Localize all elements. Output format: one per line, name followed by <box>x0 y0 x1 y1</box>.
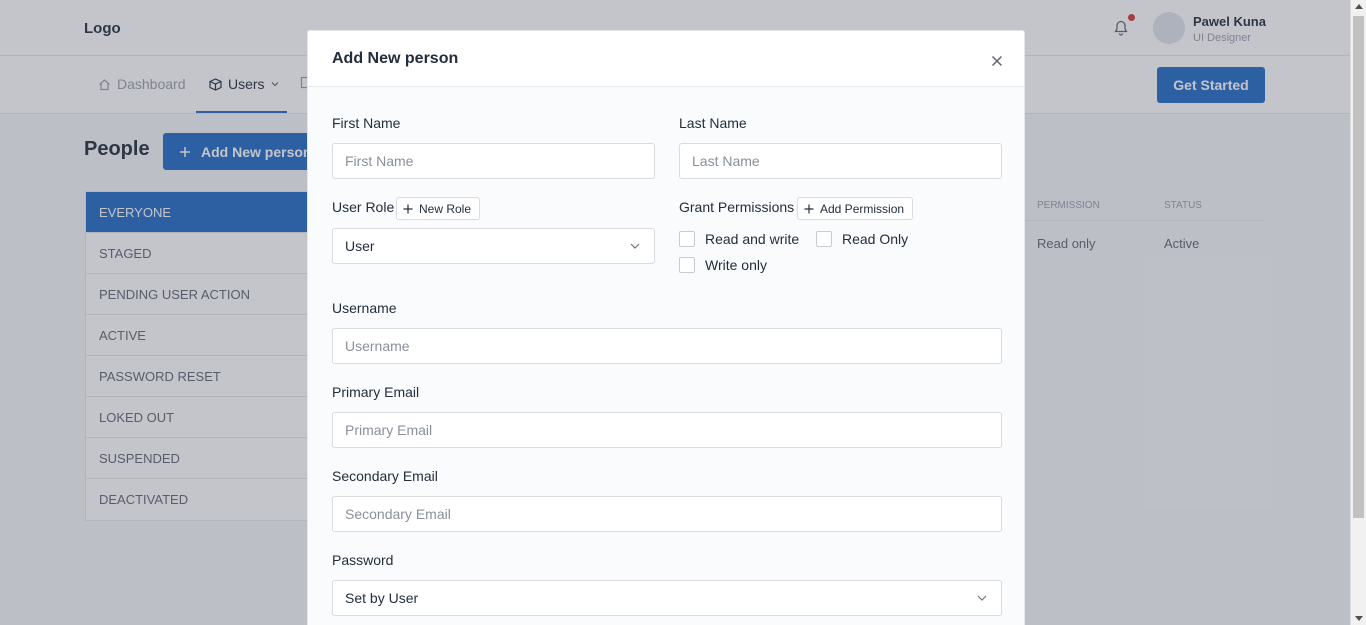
checkbox-box[interactable] <box>679 231 695 247</box>
plus-icon <box>804 204 814 213</box>
first-name-input[interactable] <box>332 143 655 179</box>
scroll-up-arrow-icon[interactable] <box>1355 4 1363 9</box>
chevron-down-icon <box>630 243 640 249</box>
username-input[interactable] <box>332 328 1002 364</box>
chevron-down-icon <box>977 595 987 601</box>
new-role-label: New Role <box>419 201 472 216</box>
scrollbar-thumb[interactable] <box>1353 16 1364 518</box>
add-permission-label: Add Permission <box>820 201 905 216</box>
scroll-down-arrow-icon[interactable] <box>1355 616 1363 621</box>
checkbox-label: Read Only <box>842 231 909 247</box>
last-name-label: Last Name <box>679 115 747 131</box>
new-role-button[interactable]: New Role <box>396 197 481 220</box>
password-select[interactable]: Set by User <box>332 580 1002 616</box>
last-name-input[interactable] <box>679 143 1002 179</box>
permission-write-only-checkbox[interactable]: Write only <box>679 257 767 273</box>
modal-title: Add New person <box>332 50 459 67</box>
permission-read-and-write-checkbox[interactable]: Read and write <box>679 231 799 247</box>
close-icon[interactable] <box>988 52 1006 70</box>
checkbox-label: Read and write <box>705 231 800 247</box>
checkbox-box[interactable] <box>679 257 695 273</box>
checkbox-box[interactable] <box>816 231 832 247</box>
user-role-value: User <box>345 238 375 254</box>
user-role-label: User Role <box>332 199 395 215</box>
add-person-modal: Add New person First Name Last Name User… <box>307 30 1025 625</box>
username-label: Username <box>332 300 397 316</box>
user-role-select[interactable]: User <box>332 228 655 264</box>
primary-email-label: Primary Email <box>332 384 420 400</box>
password-label: Password <box>332 552 394 568</box>
page-scrollbar[interactable] <box>1350 0 1366 625</box>
secondary-email-label: Secondary Email <box>332 468 438 484</box>
permission-read-only-checkbox[interactable]: Read Only <box>816 231 908 247</box>
grant-permissions-label: Grant Permissions <box>679 199 795 215</box>
password-value: Set by User <box>345 590 419 606</box>
first-name-label: First Name <box>332 115 401 131</box>
modal-header: Add New person <box>308 31 1024 87</box>
secondary-email-input[interactable] <box>332 496 1002 532</box>
primary-email-input[interactable] <box>332 412 1002 448</box>
add-permission-button[interactable]: Add Permission <box>797 197 914 220</box>
plus-icon <box>403 204 413 213</box>
checkbox-label: Write only <box>705 257 767 273</box>
